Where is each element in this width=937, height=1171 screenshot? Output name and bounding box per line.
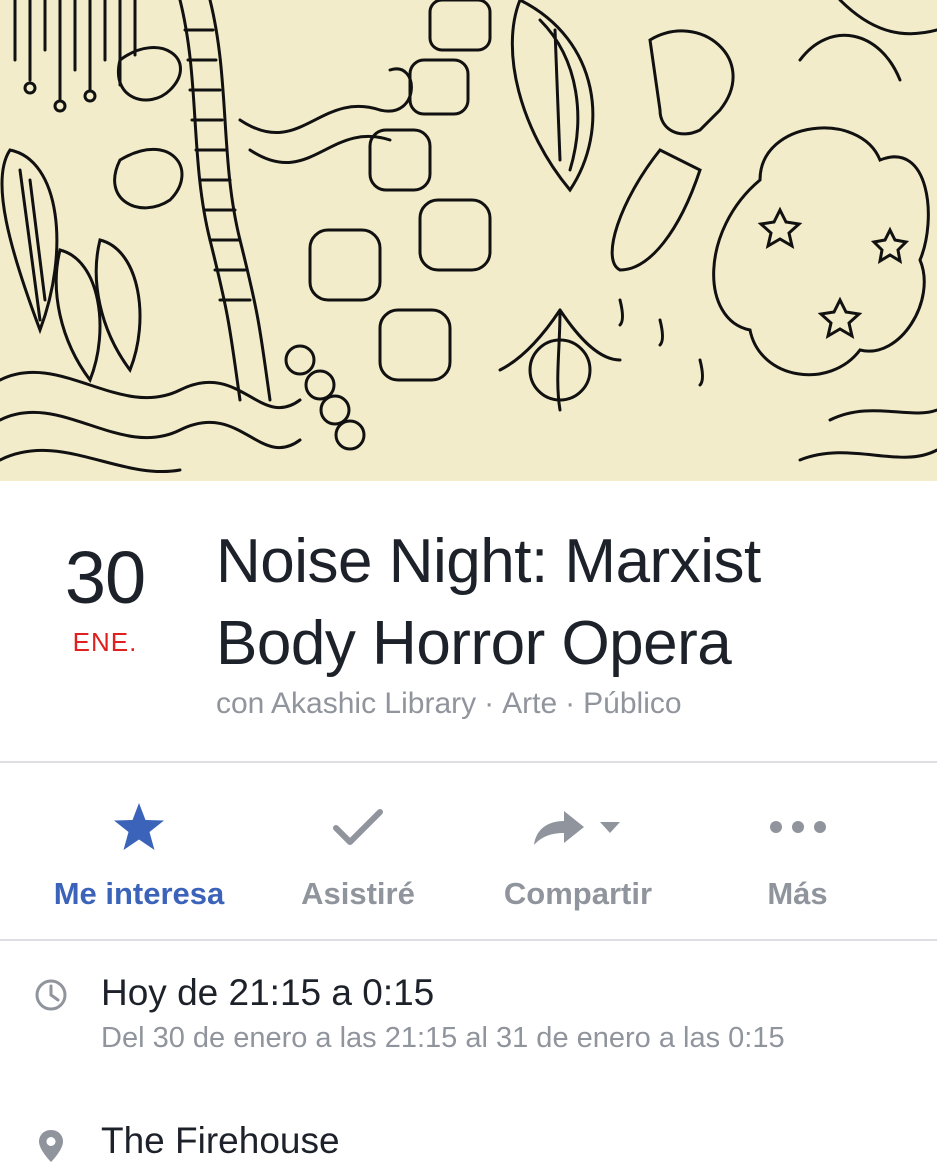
clock-icon xyxy=(34,978,68,1017)
interested-label: Me interesa xyxy=(53,876,225,911)
separator: · xyxy=(484,687,495,720)
more-dots-icon xyxy=(763,797,833,857)
more-label: Más xyxy=(767,876,828,911)
event-meta: con Akashic Library · Arte · Público xyxy=(216,687,682,721)
separator: · xyxy=(565,687,576,720)
more-button[interactable]: Más xyxy=(730,763,865,939)
check-icon xyxy=(323,797,393,857)
action-bar: Me interesa Asistiré Compartir Más xyxy=(0,763,937,939)
event-time: Hoy de 21:15 a 0:15 xyxy=(101,972,435,1013)
event-cover-image[interactable] xyxy=(0,0,937,481)
event-time-detail: Del 30 de enero a las 21:15 al 31 de ene… xyxy=(101,1022,785,1054)
event-host[interactable]: con Akashic Library xyxy=(216,687,476,720)
share-arrow-icon xyxy=(528,797,628,857)
event-title-line-1: Noise Night: Marxist xyxy=(216,527,761,596)
event-date-month: ENE. xyxy=(72,627,138,657)
share-button[interactable]: Compartir xyxy=(478,763,678,939)
event-location[interactable]: The Firehouse xyxy=(101,1120,340,1162)
going-button[interactable]: Asistiré xyxy=(268,763,448,939)
location-pin-icon xyxy=(37,1128,65,1169)
event-title-line-2: Body Horror Opera xyxy=(216,609,732,678)
interested-button[interactable]: Me interesa xyxy=(0,763,278,939)
star-icon xyxy=(104,797,174,857)
event-title: Noise Night: Marxist Body Horror Opera xyxy=(216,521,916,685)
event-category[interactable]: Arte xyxy=(502,687,557,720)
chevron-down-icon xyxy=(600,822,620,833)
event-privacy: Público xyxy=(583,687,682,720)
going-label: Asistiré xyxy=(301,876,415,911)
share-label: Compartir xyxy=(503,876,653,911)
event-date-day: 30 xyxy=(64,536,146,619)
doodle-artwork xyxy=(0,0,937,481)
